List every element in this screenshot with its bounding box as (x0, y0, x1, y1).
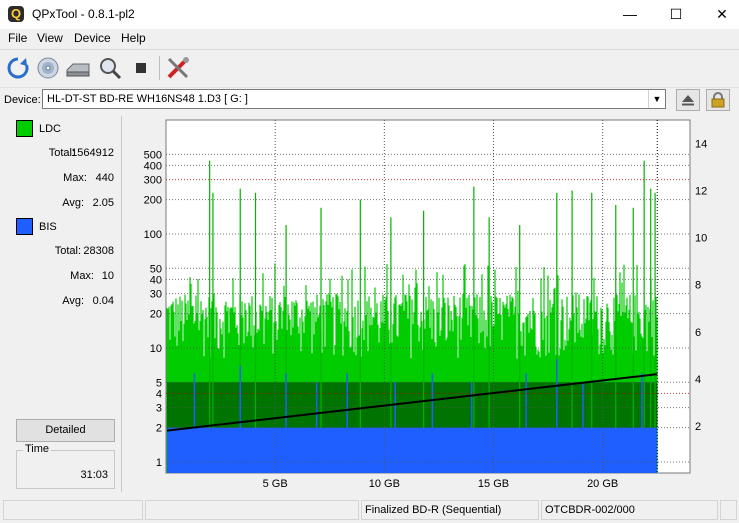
y-left-tick-label-7: 30 (150, 289, 162, 301)
y-right-tick-label-6: 14 (695, 139, 707, 151)
y-left-tick-label-5: 10 (150, 343, 162, 355)
y-left-tick-label-0: 1 (156, 457, 162, 469)
error-rate-chart: 1234510203040501002003004005002468101214… (144, 119, 707, 490)
status-disc-type: Finalized BD-R (Sequential) (361, 500, 539, 520)
y-left-tick-label-3: 4 (156, 388, 162, 400)
status-cell-1 (3, 500, 143, 520)
x-tick-label-0: 5 GB (263, 478, 288, 490)
y-left-tick-label-1: 2 (156, 423, 162, 435)
y-left-tick-label-9: 50 (150, 263, 162, 275)
y-right-tick-label-5: 12 (695, 186, 707, 198)
y-right-tick-label-4: 10 (695, 233, 707, 245)
status-cell-2 (145, 500, 359, 520)
y-left-tick-label-8: 40 (150, 274, 162, 286)
y-left-tick-label-11: 200 (144, 195, 162, 207)
y-left-tick-label-10: 100 (144, 229, 162, 241)
y-left-tick-label-14: 500 (144, 149, 162, 161)
y-right-tick-label-3: 8 (695, 280, 701, 292)
status-media-id: OTCBDR-002/000 (541, 500, 718, 520)
y-left-tick-label-2: 3 (156, 403, 162, 415)
y-right-tick-label-2: 6 (695, 327, 701, 339)
y-left-tick-label-12: 300 (144, 175, 162, 187)
x-tick-label-3: 20 GB (587, 478, 618, 490)
y-left-tick-label-13: 400 (144, 160, 162, 172)
y-left-tick-label-4: 5 (156, 377, 162, 389)
status-bar: Finalized BD-R (Sequential) OTCBDR-002/0… (0, 498, 739, 523)
status-cell-5 (720, 500, 737, 520)
x-tick-label-1: 10 GB (369, 478, 400, 490)
y-right-tick-label-1: 4 (695, 374, 701, 386)
x-tick-label-2: 15 GB (478, 478, 509, 490)
y-right-tick-label-0: 2 (695, 421, 701, 433)
y-left-tick-label-6: 20 (150, 309, 162, 321)
